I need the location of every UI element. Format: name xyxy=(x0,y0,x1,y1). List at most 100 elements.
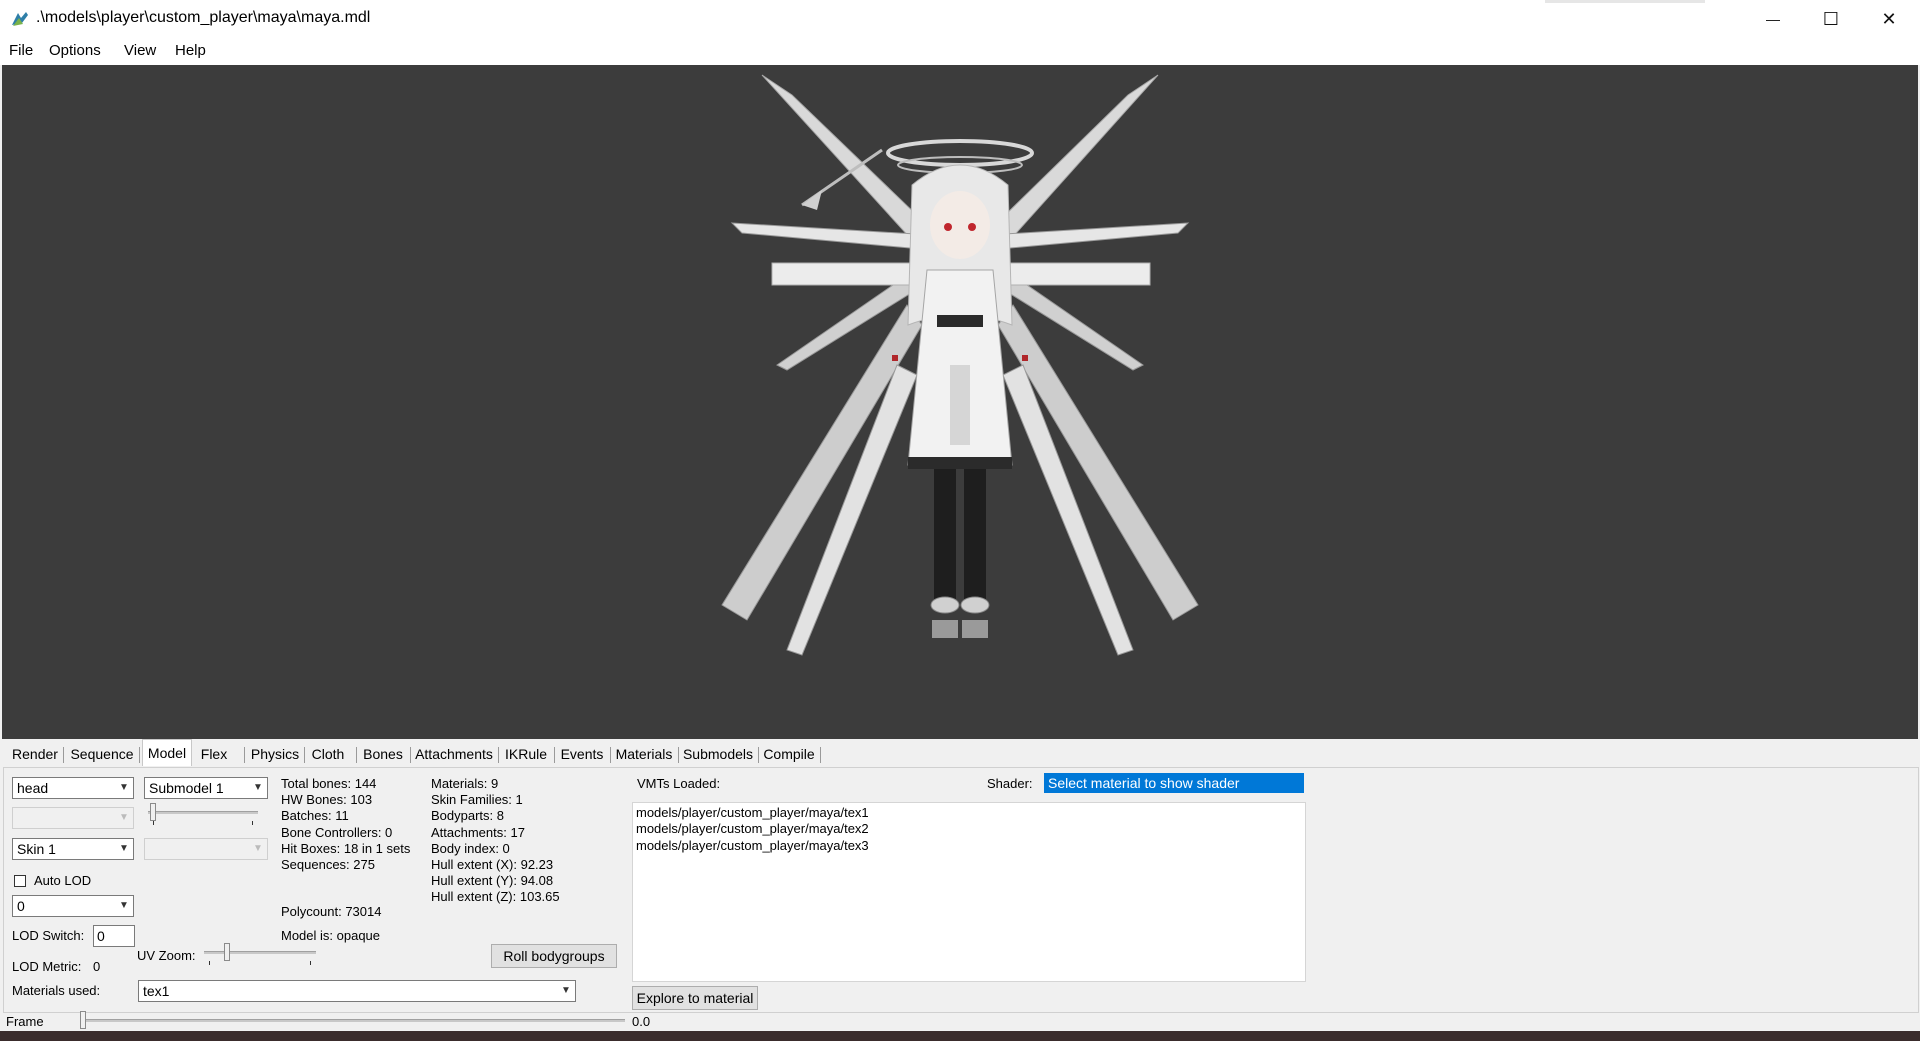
tab-separator xyxy=(356,747,357,763)
vmt-list-item[interactable]: models/player/custom_player/maya/tex3 xyxy=(636,838,1302,854)
vmt-list[interactable]: models/player/custom_player/maya/tex1 mo… xyxy=(632,802,1306,982)
uv-zoom-label: UV Zoom: xyxy=(137,948,196,963)
stat-hw-bones: HW Bones: 103 xyxy=(281,792,373,808)
lod-metric-label: LOD Metric: xyxy=(12,959,82,974)
tab-flex[interactable]: Flex xyxy=(196,743,232,765)
chevron-down-icon: ▼ xyxy=(119,900,129,911)
model-render xyxy=(721,74,1199,656)
tab-submodels[interactable]: Submodels xyxy=(682,743,754,765)
tab-model[interactable]: Model xyxy=(142,739,192,766)
tab-separator xyxy=(498,747,499,763)
disabled-select-2: ▼ xyxy=(144,838,268,860)
tab-sequence[interactable]: Sequence xyxy=(68,743,136,765)
auto-lod-checkbox[interactable] xyxy=(14,875,26,887)
window-title: .\models\player\custom_player\maya\maya.… xyxy=(36,9,371,26)
tab-separator xyxy=(63,747,64,763)
frame-label: Frame xyxy=(6,1014,44,1029)
menu-options[interactable]: Options xyxy=(49,42,101,59)
tab-separator xyxy=(410,747,411,763)
tab-compile[interactable]: Compile xyxy=(762,743,816,765)
tab-materials[interactable]: Materials xyxy=(614,743,674,765)
tab-bones[interactable]: Bones xyxy=(360,743,406,765)
submodel-select[interactable]: Submodel 1 ▼ xyxy=(144,777,268,799)
maximize-button[interactable]: ☐ xyxy=(1802,0,1860,38)
vmt-list-item[interactable]: models/player/custom_player/maya/tex1 xyxy=(636,805,1302,821)
tab-physics[interactable]: Physics xyxy=(248,743,302,765)
stat-skin-families: Skin Families: 1 xyxy=(431,792,523,808)
frame-slider[interactable] xyxy=(80,1009,625,1033)
chevron-down-icon: ▼ xyxy=(119,812,129,823)
tab-separator xyxy=(758,747,759,763)
tab-separator xyxy=(244,747,245,763)
tab-ikrule[interactable]: IKRule xyxy=(502,743,550,765)
chevron-down-icon: ▼ xyxy=(253,843,263,854)
close-button[interactable]: ✕ xyxy=(1860,0,1918,38)
skin-select[interactable]: Skin 1 ▼ xyxy=(12,838,134,860)
tab-separator xyxy=(554,747,555,763)
frame-bar: Frame 0.0 xyxy=(0,1011,1920,1031)
shader-field: Select material to show shader xyxy=(1044,773,1304,793)
roll-bodygroups-button[interactable]: Roll bodygroups xyxy=(491,944,617,968)
app-icon xyxy=(12,12,28,26)
stat-batches: Batches: 11 xyxy=(281,808,349,824)
lod-switch-input[interactable]: 0 xyxy=(93,925,135,947)
submodel-slider[interactable] xyxy=(148,801,258,825)
materials-used-select[interactable]: tex1 ▼ xyxy=(138,980,576,1002)
control-panel: Render Sequence Model Flex Physics Cloth… xyxy=(0,739,1920,1013)
lod-select[interactable]: 0 ▼ xyxy=(12,895,134,917)
title-bar: .\models\player\custom_player\maya\maya.… xyxy=(0,0,1920,38)
stat-bone-controllers: Bone Controllers: 0 xyxy=(281,824,393,840)
submodel-select-value: Submodel 1 xyxy=(149,780,224,796)
close-icon: ✕ xyxy=(1881,8,1897,29)
disabled-select: ▼ xyxy=(12,807,134,829)
tab-attachments[interactable]: Attachments xyxy=(414,743,494,765)
bodypart-select[interactable]: head ▼ xyxy=(12,777,134,799)
frame-value: 0.0 xyxy=(632,1014,651,1029)
uv-zoom-slider[interactable] xyxy=(204,941,316,965)
vmt-list-item[interactable]: models/player/custom_player/maya/tex2 xyxy=(636,821,1302,837)
stat-bodyparts: Bodyparts: 8 xyxy=(431,808,504,824)
lod-switch-label: LOD Switch: xyxy=(12,928,85,943)
stat-hull-x: Hull extent (X): 92.23 xyxy=(431,857,554,873)
slider-thumb[interactable] xyxy=(224,943,230,961)
explore-to-material-label: Explore to material xyxy=(636,990,754,1006)
minimize-button[interactable]: — xyxy=(1744,0,1802,38)
tab-separator xyxy=(820,747,821,763)
stat-hit-boxes: Hit Boxes: 18 in 1 sets xyxy=(281,840,411,856)
slider-thumb[interactable] xyxy=(80,1011,86,1029)
minimize-icon: — xyxy=(1766,11,1780,27)
stat-total-bones: Total bones: 144 xyxy=(281,776,377,791)
maximize-icon: ☐ xyxy=(1822,8,1840,29)
vmts-loaded-label: VMTs Loaded: xyxy=(637,776,721,791)
chevron-down-icon: ▼ xyxy=(561,985,571,996)
menu-bar: File Options View Help xyxy=(0,38,1920,65)
lod-switch-value: 0 xyxy=(97,928,105,944)
menu-file[interactable]: File xyxy=(9,42,33,59)
stat-sequences: Sequences: 275 xyxy=(281,857,375,873)
materials-used-label: Materials used: xyxy=(12,983,101,998)
title-bar-strip xyxy=(1545,0,1705,3)
tab-separator xyxy=(678,747,679,763)
bodypart-select-value: head xyxy=(17,780,49,796)
menu-help[interactable]: Help xyxy=(175,42,206,59)
materials-used-value: tex1 xyxy=(143,983,170,999)
tab-separator xyxy=(139,747,140,763)
tab-render[interactable]: Render xyxy=(10,743,60,765)
lod-select-value: 0 xyxy=(17,898,25,914)
menu-view[interactable]: View xyxy=(124,42,156,59)
explore-to-material-button[interactable]: Explore to material xyxy=(632,986,758,1010)
tab-events[interactable]: Events xyxy=(558,743,606,765)
stats-right: Materials: 9 Skin Families: 1 Bodyparts:… xyxy=(431,776,560,906)
stat-attachments: Attachments: 17 xyxy=(431,824,525,840)
model-viewport[interactable] xyxy=(2,65,1918,739)
stats-left: Total bones: 144 HW Bones: 103 Batches: … xyxy=(281,776,410,873)
tab-cloth[interactable]: Cloth xyxy=(308,743,348,765)
slider-thumb[interactable] xyxy=(150,803,156,821)
chevron-down-icon: ▼ xyxy=(253,782,263,793)
chevron-down-icon: ▼ xyxy=(119,782,129,793)
stat-hull-y: Hull extent (Y): 94.08 xyxy=(431,873,554,889)
shader-value: Select material to show shader xyxy=(1048,775,1240,791)
stat-model-is: Model is: opaque xyxy=(281,928,381,943)
auto-lod-label: Auto LOD xyxy=(34,873,92,888)
stat-materials: Materials: 9 xyxy=(431,776,499,791)
